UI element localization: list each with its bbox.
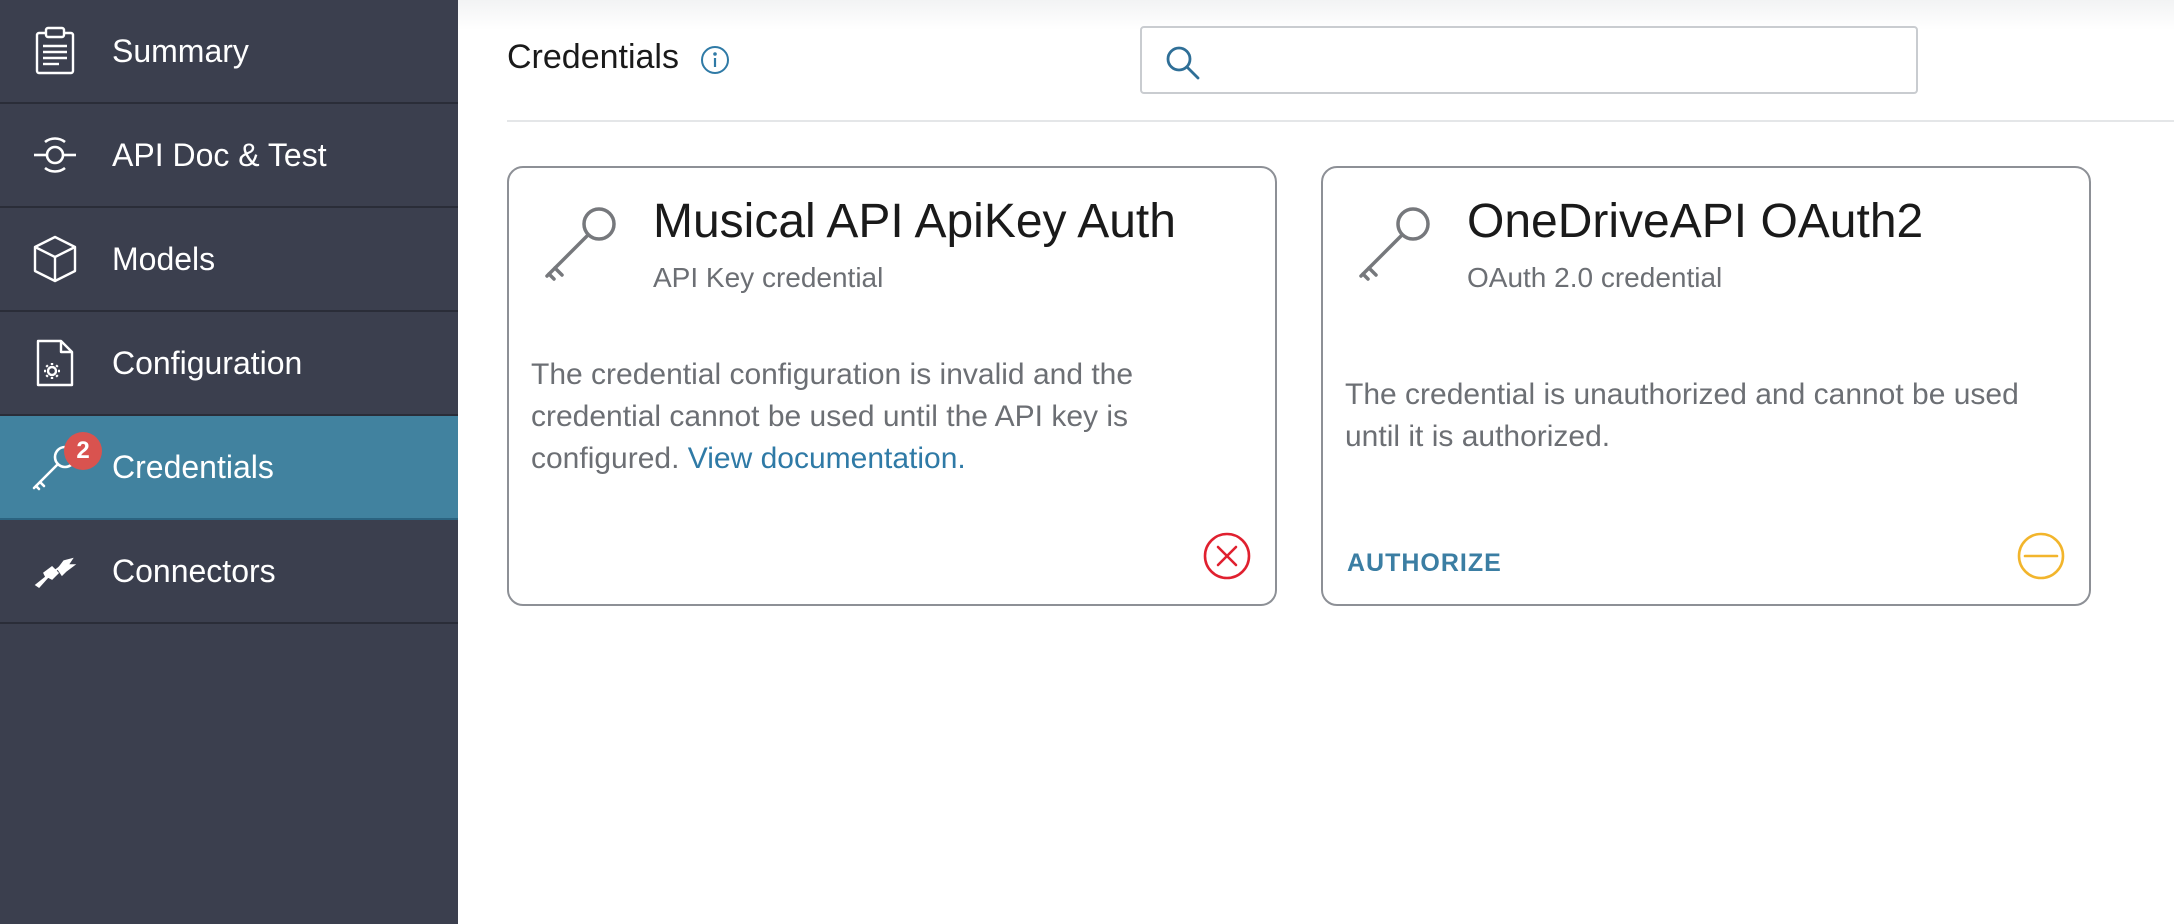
credential-card-musical-api: Musical API ApiKey Auth API Key credenti…	[507, 166, 1277, 606]
sidebar-item-label: Summary	[112, 32, 249, 69]
sidebar-item-label: API Doc & Test	[112, 136, 327, 173]
sidebar-item-summary[interactable]: Summary	[0, 0, 458, 104]
config-file-icon	[30, 338, 80, 388]
search-box[interactable]	[1140, 26, 1918, 94]
page-title: Credentials	[507, 38, 679, 76]
api-doc-icon	[30, 130, 80, 180]
notification-badge: 2	[64, 432, 102, 470]
main-content: Credentials Musical API ApiKey Auth API …	[458, 0, 2174, 924]
sidebar-item-label: Credentials	[112, 448, 274, 485]
view-documentation-link[interactable]: View documentation.	[688, 442, 966, 475]
sidebar-item-api-doc-test[interactable]: API Doc & Test	[0, 104, 458, 208]
key-icon	[1353, 202, 1437, 286]
card-description: The credential configuration is invalid …	[531, 354, 1239, 480]
key-icon	[539, 202, 623, 286]
card-description: The credential is unauthorized and canno…	[1345, 378, 2019, 453]
card-title: Musical API ApiKey Auth	[653, 195, 1176, 248]
card-subtitle: API Key credential	[653, 262, 884, 293]
sidebar-item-models[interactable]: Models	[0, 208, 458, 312]
sidebar: Summary API Doc & Test Models Configurat…	[0, 0, 458, 924]
connector-icon	[30, 546, 80, 596]
sidebar-item-label: Configuration	[112, 344, 303, 381]
app-window: Summary API Doc & Test Models Configurat…	[0, 0, 2174, 924]
authorize-button[interactable]: AUTHORIZE	[1347, 549, 1502, 578]
minus-circle-icon	[2015, 530, 2067, 582]
error-circle-icon	[1201, 530, 1253, 582]
card-subtitle: OAuth 2.0 credential	[1467, 262, 1723, 293]
header-divider	[507, 120, 2174, 122]
search-input[interactable]	[1216, 38, 1900, 84]
credential-card-onedrive: OneDriveAPI OAuth2 OAuth 2.0 credential …	[1321, 166, 2091, 606]
sidebar-item-configuration[interactable]: Configuration	[0, 312, 458, 416]
info-icon[interactable]	[700, 45, 730, 75]
sidebar-item-credentials[interactable]: 2 Credentials	[0, 416, 458, 520]
sidebar-item-connectors[interactable]: Connectors	[0, 520, 458, 624]
cube-icon	[30, 234, 80, 284]
sidebar-item-label: Connectors	[112, 552, 276, 589]
clipboard-icon	[30, 26, 80, 76]
search-icon	[1164, 44, 1202, 82]
card-title: OneDriveAPI OAuth2	[1467, 195, 1924, 248]
sidebar-item-label: Models	[112, 240, 216, 277]
